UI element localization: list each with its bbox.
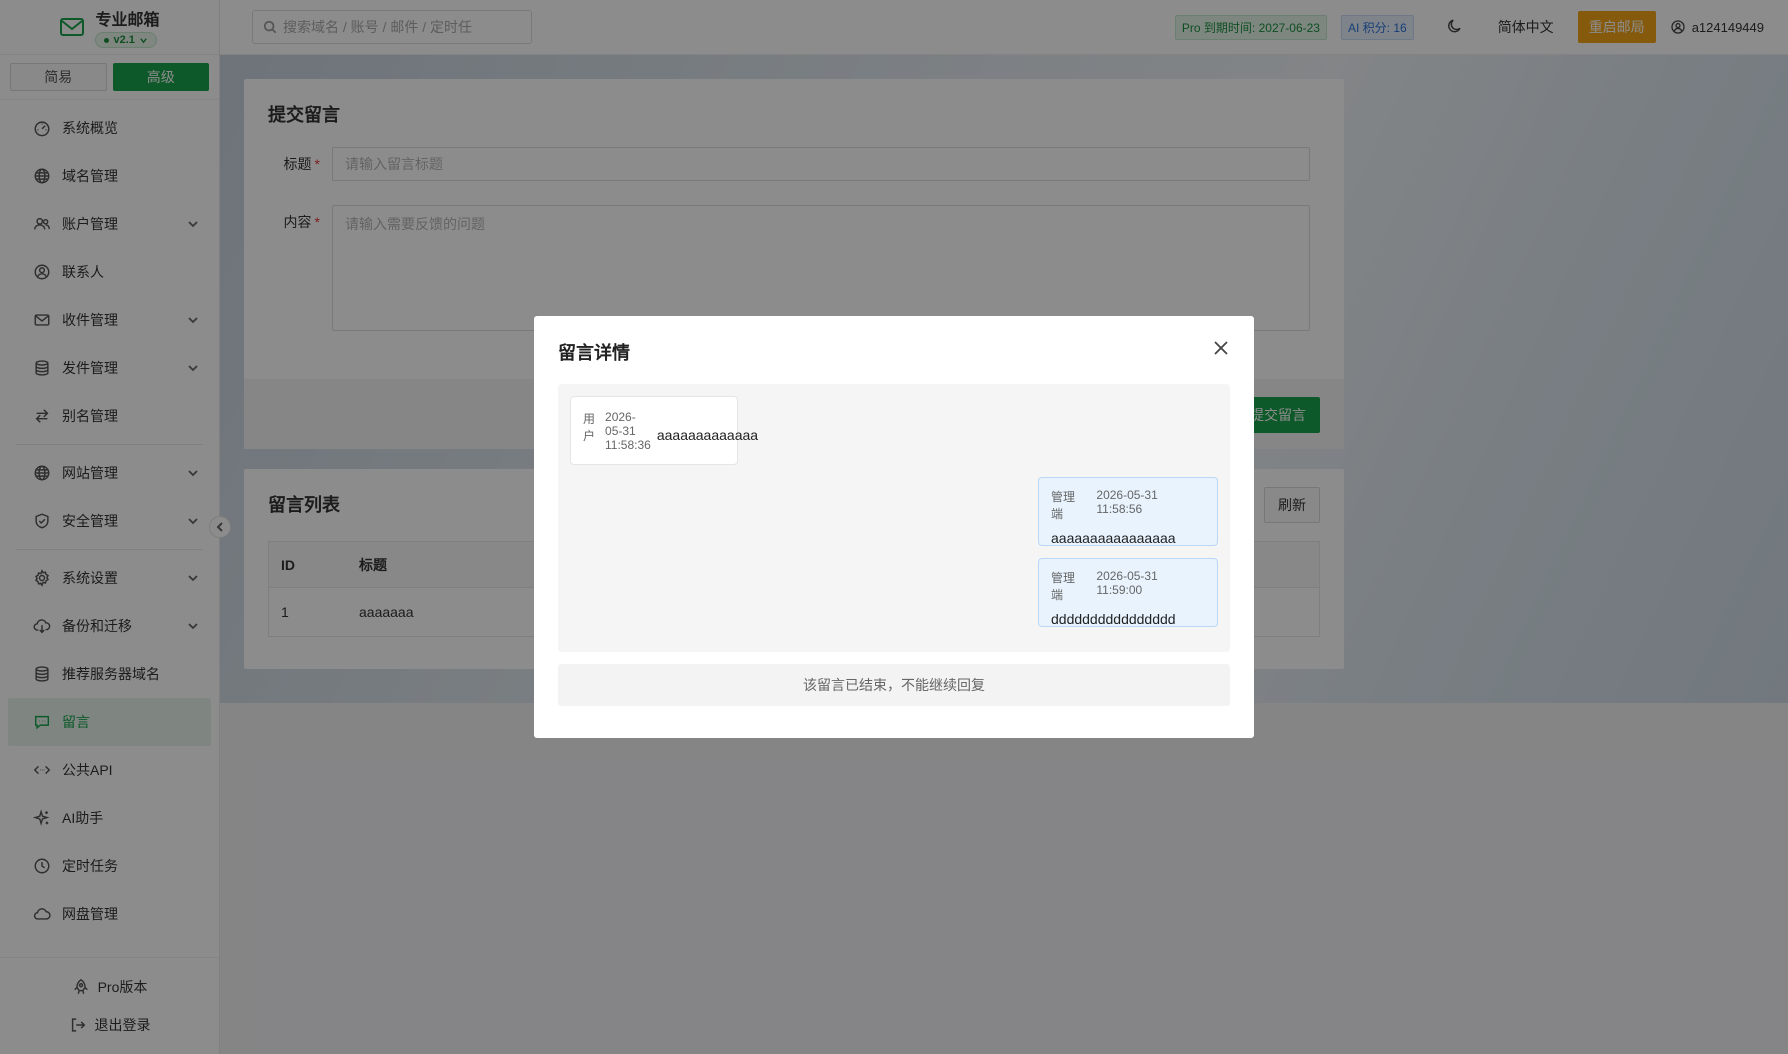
message-time: 2026-05-31 11:58:36 <box>605 409 651 452</box>
conversation-thread: 用户 2026-05-31 11:58:36 aaaaaaaaaaaaa 管理端… <box>558 384 1230 652</box>
admin-message-bubble: 管理端 2026-05-31 11:59:00 dddddddddddddddd <box>1038 558 1218 627</box>
admin-message-bubble: 管理端 2026-05-31 11:58:56 aaaaaaaaaaaaaaaa <box>1038 477 1218 546</box>
message-role: 管理端 <box>1051 490 1076 521</box>
message-role: 管理端 <box>1051 571 1076 602</box>
message-detail-modal: 留言详情 用户 2026-05-31 11:58:36 aaaaaaaaaaaa… <box>534 316 1254 738</box>
message-text: dddddddddddddddd <box>1051 611 1176 627</box>
message-meta: 管理端 2026-05-31 11:59:00 <box>1051 569 1205 603</box>
thread-closed-notice: 该留言已结束，不能继续回复 <box>558 664 1230 706</box>
message-time: 2026-05-31 11:58:56 <box>1096 488 1158 516</box>
message-time: 2026-05-31 11:59:00 <box>1096 569 1158 597</box>
message-text: aaaaaaaaaaaaa <box>656 426 759 443</box>
message-text: aaaaaaaaaaaaaaaa <box>1051 530 1176 546</box>
message-role: 用户 <box>583 411 596 443</box>
close-button[interactable] <box>1212 339 1230 357</box>
modal-title: 留言详情 <box>558 343 630 363</box>
message-meta: 用户 2026-05-31 11:58:36 <box>583 410 651 452</box>
message-meta: 管理端 2026-05-31 11:58:56 <box>1051 488 1205 522</box>
close-icon <box>1214 341 1228 355</box>
user-message-bubble: 用户 2026-05-31 11:58:36 aaaaaaaaaaaaa <box>570 396 758 465</box>
